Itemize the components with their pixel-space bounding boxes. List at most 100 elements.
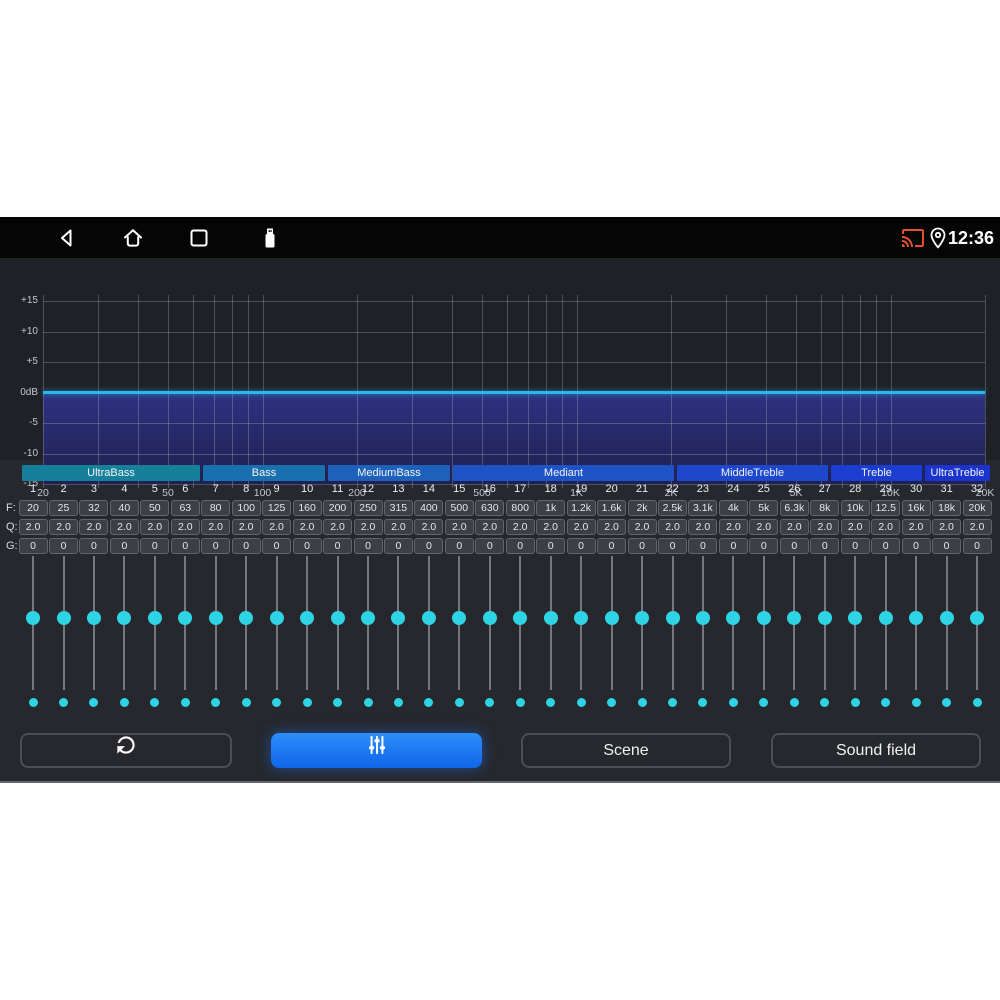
slider-knob[interactable] [86,611,101,625]
gain-slider[interactable] [116,554,132,694]
slider-knob[interactable] [147,611,162,625]
slider-knob[interactable] [513,611,528,625]
slider-knob[interactable] [574,611,589,625]
gain-slider[interactable] [543,554,559,694]
channel-dot [393,698,403,707]
slider-knob[interactable] [817,611,832,625]
gain-slider[interactable] [86,554,102,694]
slider-knob[interactable] [878,611,893,625]
q-value-box: 2.0 [962,519,992,535]
gain-slider[interactable] [25,554,41,694]
slider-knob[interactable] [543,611,558,625]
gain-slider[interactable] [56,554,72,694]
slider-knob[interactable] [361,611,375,625]
q-value-box: 2.0 [627,519,657,535]
equalizer-button[interactable] [271,733,482,768]
gain-slider[interactable] [147,554,163,694]
slider-knob[interactable] [970,611,984,625]
home-button[interactable] [121,226,145,250]
channel-number: 20 [605,483,618,495]
gain-slider[interactable] [725,554,741,694]
slider-knob[interactable] [269,611,284,625]
channel-number: 25 [757,483,770,495]
slider-knob[interactable] [756,611,771,625]
slider-knob[interactable] [178,611,193,625]
slider-knob[interactable] [604,611,619,625]
gain-slider[interactable] [604,554,620,694]
gain-slider[interactable] [238,554,254,694]
q-value-box: 2.0 [109,519,139,535]
slider-knob[interactable] [117,611,132,625]
scene-button[interactable]: Scene [521,733,731,768]
channel-number: 9 [273,483,280,495]
gain-slider[interactable] [269,554,285,694]
channel-dot [180,698,190,707]
gain-slider[interactable] [878,554,894,694]
channel-dot [59,698,68,707]
slider-knob[interactable] [787,611,802,625]
location-icon [926,226,950,250]
gain-slider[interactable] [817,554,833,694]
q-value-box: 2.0 [140,519,170,535]
gain-slider[interactable] [969,554,985,694]
slider-knob[interactable] [208,611,223,625]
channel-number: 27 [818,483,831,495]
recents-button[interactable] [187,226,211,250]
channel-number: 4 [121,483,128,495]
gain-slider[interactable] [634,554,650,694]
slider-knob[interactable] [635,611,649,625]
slider-knob[interactable] [26,611,40,625]
slider-knob[interactable] [726,611,741,625]
y-axis-tick-label: +10 [21,326,38,337]
gain-slider[interactable] [847,554,863,694]
gain-slider[interactable] [756,554,772,694]
sound-field-button[interactable]: Sound field [771,733,981,768]
slider-knob[interactable] [421,611,436,625]
channel-dot [728,698,738,707]
reset-button[interactable] [20,733,232,768]
gain-slider[interactable] [512,554,528,694]
slider-knob[interactable] [909,611,924,625]
sound-field-button-label: Sound field [835,742,917,759]
gain-slider[interactable] [208,554,224,694]
gain-slider[interactable] [573,554,589,694]
gain-slider[interactable] [908,554,924,694]
gain-slider[interactable] [665,554,681,694]
gain-value-box: 0 [871,538,901,554]
slider-knob[interactable] [695,611,710,625]
slider-knob[interactable] [56,611,71,625]
gridline-vertical [985,295,986,488]
slider-knob[interactable] [239,611,254,625]
slider-knob[interactable] [452,611,467,625]
gain-value-box: 0 [901,538,931,554]
gain-slider[interactable] [786,554,802,694]
slider-knob[interactable] [939,611,954,625]
gain-slider[interactable] [360,554,376,694]
gain-slider[interactable] [939,554,955,694]
gain-value-box: 0 [49,538,78,554]
gain-value-box: 0 [231,538,261,554]
gain-slider[interactable] [390,554,406,694]
y-axis-tick-label: -10 [23,448,38,459]
gain-slider[interactable] [695,554,711,694]
slider-knob[interactable] [391,611,406,625]
gain-slider[interactable] [421,554,437,694]
gain-slider[interactable] [330,554,346,694]
gain-slider[interactable] [451,554,467,694]
slider-knob[interactable] [665,611,680,625]
back-button[interactable] [55,226,79,250]
channel-dot [241,698,251,707]
q-value-box: 2.0 [414,519,444,535]
slider-knob[interactable] [300,611,315,625]
freq-value-box: 4k [718,500,748,516]
channel-number: 18 [544,483,557,495]
slider-knob[interactable] [482,611,497,625]
band-label-mediumbass: MediumBass [328,465,450,481]
slider-knob[interactable] [330,611,345,625]
gain-slider[interactable] [299,554,315,694]
channel-number: 21 [635,483,649,495]
gridline-horizontal [43,454,985,455]
slider-knob[interactable] [848,611,863,625]
gain-slider[interactable] [482,554,498,694]
gain-slider[interactable] [177,554,193,694]
